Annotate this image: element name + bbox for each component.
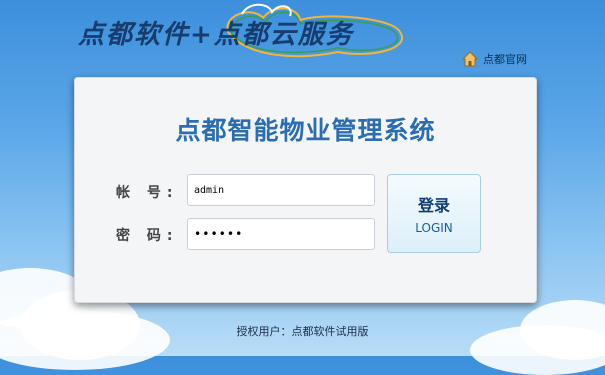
login-button[interactable]: 登录 LOGIN <box>387 174 481 253</box>
background-cloud <box>0 310 170 370</box>
house-icon <box>462 51 478 67</box>
login-panel: 点都智能物业管理系统 帐 号: 密 码: 登录 LOGIN <box>74 77 537 303</box>
account-label: 帐 号: <box>116 185 179 201</box>
official-site-link[interactable]: 点都官网 <box>462 51 527 67</box>
login-button-label: 登录 <box>417 196 450 215</box>
password-input[interactable] <box>187 218 375 250</box>
license-footer: 授权用户：点都软件试用版 <box>236 325 369 338</box>
login-button-sublabel: LOGIN <box>415 221 453 235</box>
official-site-label: 点都官网 <box>483 53 527 66</box>
account-input[interactable] <box>187 174 375 206</box>
brand-logo-text: 点都软件+点都云服务 <box>78 20 354 50</box>
password-label: 密 码: <box>116 228 179 244</box>
system-title: 点都智能物业管理系统 <box>175 116 436 145</box>
